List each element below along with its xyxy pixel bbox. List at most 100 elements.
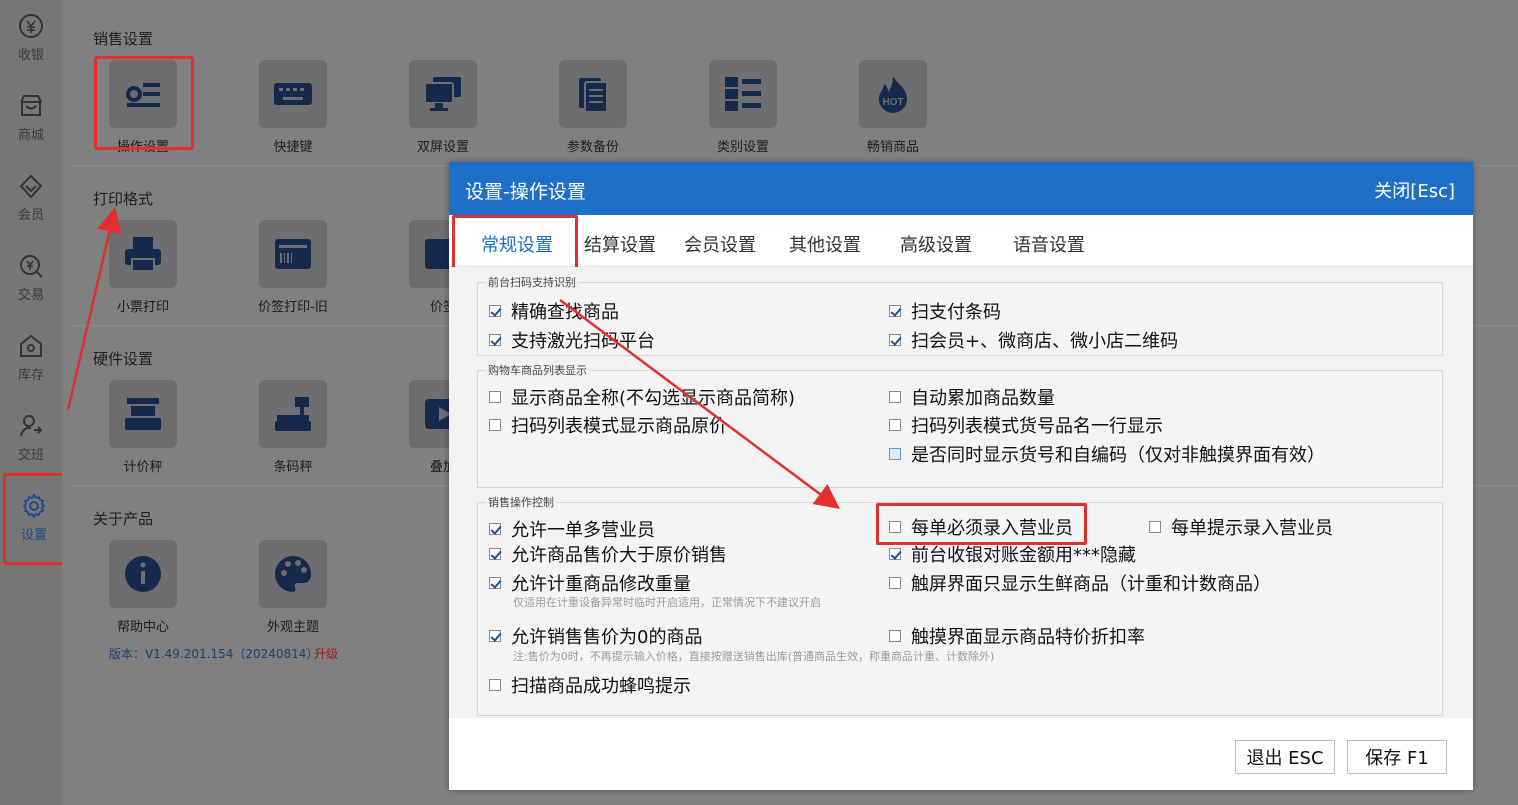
tile-dual-screen[interactable]: 双屏设置	[373, 60, 513, 155]
tile-barcode-scale[interactable]: 条码秤	[223, 380, 363, 475]
sidebar: 收银 商城 会员 交易 库存 交班 设置	[0, 0, 65, 805]
tile-shortcut-keys[interactable]: 快捷键	[223, 60, 363, 155]
checkbox-box[interactable]	[889, 391, 901, 403]
tile-help-center[interactable]: 帮助中心	[73, 540, 213, 635]
dual-monitor-icon	[409, 60, 477, 128]
operation-settings-dialog: 设置-操作设置 关闭[Esc] 常规设置 结算设置 会员设置 其他设置 高级设置…	[449, 162, 1473, 790]
group-title: 前台扫码支持识别	[486, 274, 578, 290]
dialog-footer: 退出 ESC 保存 F1	[449, 718, 1473, 790]
tab-member[interactable]: 会员设置	[684, 231, 756, 257]
tile-pricing-scale[interactable]: 计价秤	[73, 380, 213, 475]
checkbox-box[interactable]	[889, 305, 901, 317]
close-button[interactable]: 关闭[Esc]	[1374, 177, 1455, 203]
checkbox-laser-scan[interactable]: 支持激光扫码平台	[489, 327, 655, 353]
checkbox-auto-accumulate[interactable]: 自动累加商品数量	[889, 384, 1055, 410]
checkbox-prompt-salesperson[interactable]: 每单提示录入营业员	[1149, 514, 1333, 540]
checkbox-box[interactable]	[489, 305, 501, 317]
checkbox-box[interactable]	[489, 679, 501, 691]
tile-param-backup[interactable]: 参数备份	[523, 60, 663, 155]
tile-hot-products[interactable]: HOT 畅销商品	[823, 60, 963, 155]
save-button[interactable]: 保存 F1	[1347, 740, 1447, 774]
gear-icon	[22, 493, 46, 519]
checkbox-box[interactable]	[889, 577, 901, 589]
sidebar-item-label: 收银	[17, 48, 44, 63]
note-zero-price: 注:售价为0时，不再提示输入价格，直接按赠送销售出库(普通商品生效，称重商品计重…	[513, 650, 995, 663]
info-icon	[109, 540, 177, 608]
yen-search-icon	[20, 255, 43, 278]
member-diamond-icon	[19, 174, 43, 199]
checkbox-fresh-only[interactable]: 触屏界面只显示生鲜商品（计重和计数商品）	[889, 570, 1271, 596]
checkbox-one-line-display[interactable]: 扫码列表模式货号品名一行显示	[889, 412, 1163, 438]
checkbox-price-above-original[interactable]: 允许商品售价大于原价销售	[489, 541, 727, 567]
tab-voice[interactable]: 语音设置	[1013, 231, 1085, 257]
price-tag-icon	[259, 220, 327, 288]
barcode-scale-icon	[259, 380, 327, 448]
tab-other[interactable]: 其他设置	[789, 231, 861, 257]
annotation-highlight-require-salesperson	[876, 503, 1087, 545]
tab-bar: 常规设置 结算设置 会员设置 其他设置 高级设置 语音设置	[449, 215, 1473, 270]
annotation-highlight-tab	[452, 215, 578, 270]
checkbox-show-original-price[interactable]: 扫码列表模式显示商品原价	[489, 412, 727, 438]
tile-category-settings[interactable]: 类别设置	[673, 60, 813, 155]
sidebar-item-inventory[interactable]: 库存	[0, 322, 62, 394]
dialog-header: 设置-操作设置 关闭[Esc]	[449, 162, 1473, 215]
section-title-print: 打印格式	[93, 190, 154, 208]
checkbox-box[interactable]	[889, 630, 901, 642]
tab-checkout[interactable]: 结算设置	[584, 231, 656, 257]
annotation-highlight-operation	[94, 56, 194, 150]
checkbox-box[interactable]	[489, 577, 501, 589]
tile-price-tag-print-old[interactable]: 价签打印-旧	[223, 220, 363, 315]
category-list-icon	[709, 60, 777, 128]
group-title: 销售操作控制	[486, 494, 556, 510]
checkbox-box[interactable]	[489, 548, 501, 560]
sidebar-item-trade[interactable]: 交易	[0, 242, 62, 314]
exit-button[interactable]: 退出 ESC	[1235, 740, 1335, 774]
sidebar-item-handover[interactable]: 交班	[0, 402, 62, 474]
note-weight: 仅适用在计重设备异常时临时开启适用，正常情况下不建议开启	[513, 596, 821, 609]
palette-icon	[259, 540, 327, 608]
sidebar-item-settings[interactable]: 设置	[3, 473, 65, 565]
sidebar-item-label: 会员	[17, 208, 44, 223]
checkbox-box[interactable]	[489, 523, 501, 535]
checkbox-box[interactable]	[1149, 521, 1161, 533]
checkbox-box[interactable]	[489, 334, 501, 346]
checkbox-beep[interactable]: 扫描商品成功蜂鸣提示	[489, 672, 691, 698]
checkbox-modify-weight[interactable]: 允许计重商品修改重量	[489, 570, 691, 596]
dialog-body: 前台扫码支持识别 精确查找商品 扫支付条码 支持激光扫码平台 扫会员+、微商店、…	[449, 267, 1473, 718]
sidebar-item-label: 交易	[17, 288, 44, 303]
tile-receipt-print[interactable]: 小票打印	[73, 220, 213, 315]
checkbox-box[interactable]	[489, 391, 501, 403]
checkbox-full-name[interactable]: 显示商品全称(不勾选显示商品简称)	[489, 384, 795, 410]
sidebar-item-label: 库存	[17, 368, 44, 383]
checkbox-exact-search[interactable]: 精确查找商品	[489, 298, 619, 324]
handover-icon	[20, 415, 43, 437]
checkbox-box[interactable]	[889, 334, 901, 346]
checkbox-box[interactable]	[889, 448, 901, 460]
checkbox-box[interactable]	[889, 419, 901, 431]
section-title-hardware: 硬件设置	[93, 350, 154, 368]
checkbox-discount-rate[interactable]: 触摸界面显示商品特价折扣率	[889, 623, 1145, 649]
checkbox-show-code-and-selfcode[interactable]: 是否同时显示货号和自编码（仅对非触摸界面有效）	[889, 441, 1325, 467]
sidebar-item-mall[interactable]: 商城	[0, 82, 62, 154]
sidebar-item-member[interactable]: 会员	[0, 162, 62, 234]
checkbox-zero-price[interactable]: 允许销售售价为0的商品	[489, 623, 702, 649]
checkbox-box[interactable]	[489, 419, 501, 431]
checkbox-scan-pay-code[interactable]: 扫支付条码	[889, 298, 1001, 324]
checkbox-box[interactable]	[889, 548, 901, 560]
tab-advanced[interactable]: 高级设置	[900, 231, 972, 257]
printer-icon	[109, 220, 177, 288]
checkbox-box[interactable]	[489, 630, 501, 642]
tile-appearance-theme[interactable]: 外观主题	[223, 540, 363, 635]
documents-icon	[559, 60, 627, 128]
sidebar-item-label: 商城	[17, 128, 44, 143]
checkbox-multi-salesperson[interactable]: 允许一单多营业员	[489, 516, 655, 542]
scale-icon	[109, 380, 177, 448]
hot-flame-icon: HOT	[859, 60, 927, 128]
sidebar-item-checkout[interactable]: 收银	[0, 2, 62, 74]
version-text: 版本：V1.49.201.154（20240814）	[109, 647, 319, 661]
checkbox-scan-member-qr[interactable]: 扫会员+、微商店、微小店二维码	[889, 327, 1178, 353]
upgrade-link[interactable]: 升级	[314, 645, 338, 662]
section-title-sales: 销售设置	[93, 30, 154, 48]
sidebar-item-label: 交班	[17, 448, 44, 463]
section-title-about: 关于产品	[93, 510, 154, 528]
